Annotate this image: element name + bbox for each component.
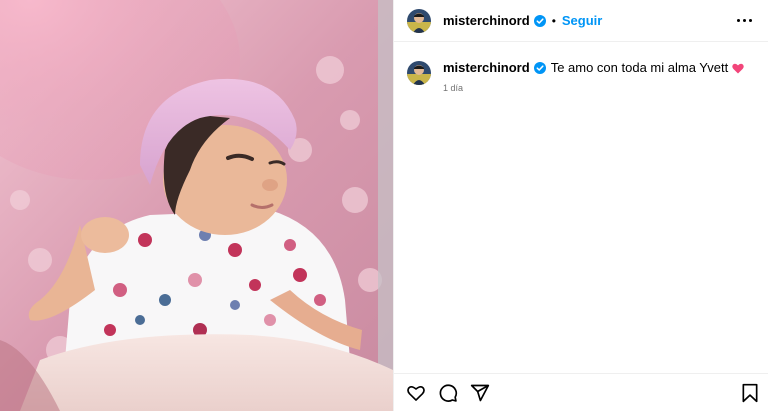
comment-body: misterchinord Te amo con toda mi alma Yv… — [443, 59, 744, 93]
caption-line: misterchinord Te amo con toda mi alma Yv… — [443, 59, 744, 77]
comment-icon[interactable] — [438, 383, 458, 403]
separator-dot: • — [551, 13, 556, 28]
caption-comment: misterchinord Te amo con toda mi alma Yv… — [394, 42, 768, 93]
verified-badge-icon — [533, 62, 546, 74]
action-bar — [394, 373, 768, 411]
post-header: misterchinord • Seguir — [394, 0, 768, 42]
post-image[interactable] — [0, 0, 393, 411]
username-link[interactable]: misterchinord — [443, 13, 530, 28]
caption-text: Te amo con toda mi alma Yvett — [550, 60, 729, 75]
post-timestamp[interactable]: 1 día — [443, 83, 744, 93]
bookmark-icon[interactable] — [741, 383, 759, 403]
baby-photo — [0, 0, 393, 411]
share-icon[interactable] — [470, 383, 490, 403]
heart-icon[interactable] — [406, 383, 426, 403]
avatar-image — [407, 8, 431, 33]
post-details-panel: misterchinord • Seguir misterchinord Te … — [393, 0, 768, 411]
avatar[interactable] — [407, 8, 431, 33]
follow-button[interactable]: Seguir — [562, 13, 602, 28]
avatar-image — [407, 61, 431, 85]
more-options-icon[interactable] — [735, 13, 754, 28]
username-link[interactable]: misterchinord — [443, 59, 530, 77]
pink-heart-emoji-icon — [732, 63, 744, 74]
verified-badge-icon — [533, 14, 546, 27]
instagram-post: misterchinord • Seguir misterchinord Te … — [0, 0, 768, 411]
avatar[interactable] — [407, 61, 431, 85]
